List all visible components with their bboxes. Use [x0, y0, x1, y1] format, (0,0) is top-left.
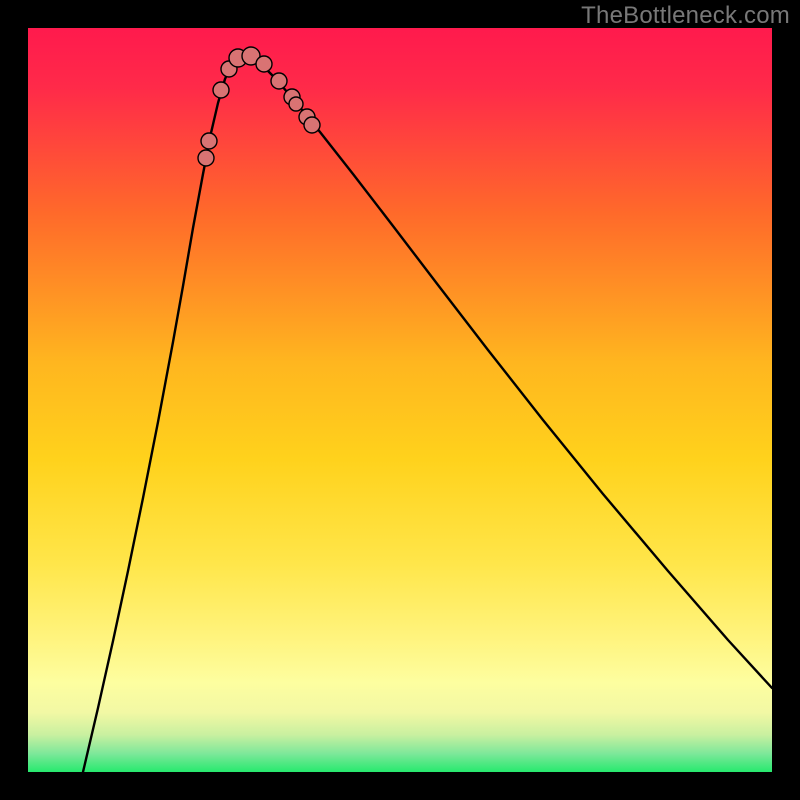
- curve-marker: [213, 82, 229, 98]
- curve-marker: [198, 150, 214, 166]
- outer-frame: TheBottleneck.com: [0, 0, 800, 800]
- gradient-background: [28, 28, 772, 772]
- curve-marker: [271, 73, 287, 89]
- curve-marker: [289, 97, 303, 111]
- chart-svg: [28, 28, 772, 772]
- curve-marker: [201, 133, 217, 149]
- curve-marker: [304, 117, 320, 133]
- plot-area: [28, 28, 772, 772]
- curve-marker: [256, 56, 272, 72]
- watermark-text: TheBottleneck.com: [581, 2, 790, 30]
